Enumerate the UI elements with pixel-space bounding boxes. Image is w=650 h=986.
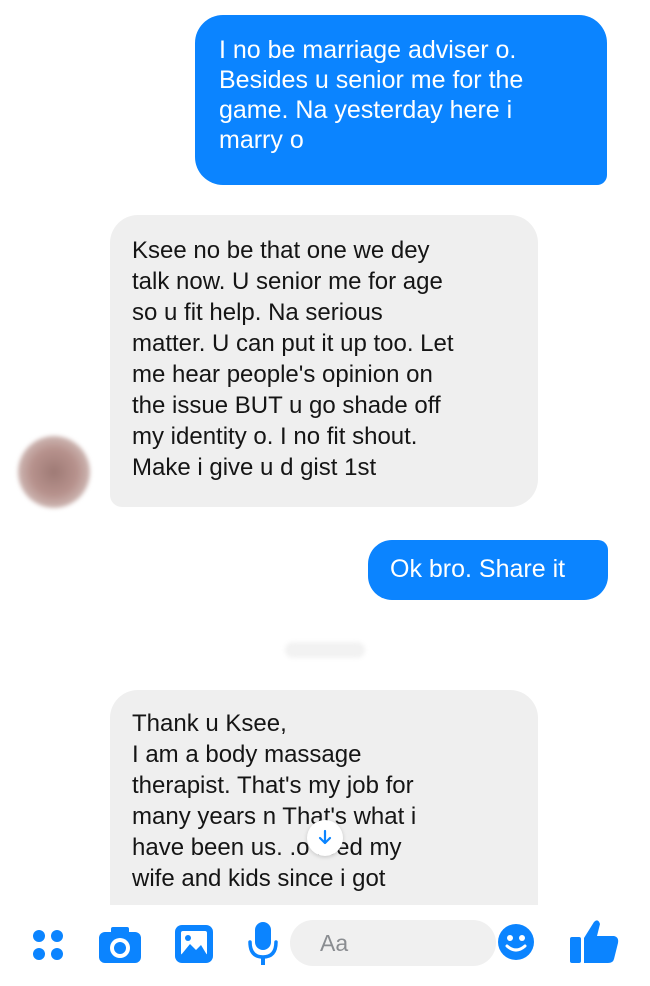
- message-input-placeholder: Aa: [320, 930, 349, 956]
- message-input[interactable]: Aa: [290, 920, 496, 966]
- contact-avatar[interactable]: [18, 436, 90, 508]
- emoji-icon: [498, 924, 534, 960]
- received-message[interactable]: Ksee no be that one we dey talk now. U s…: [110, 215, 538, 507]
- sent-message[interactable]: Ok bro. Share it: [368, 540, 608, 600]
- message-thread: I no be marriage adviser o. Besides u se…: [0, 0, 650, 905]
- microphone-icon: [248, 922, 278, 965]
- received-message[interactable]: Thank u Ksee, I am a body massage therap…: [110, 690, 538, 905]
- like-icon: [570, 920, 619, 963]
- camera-icon: [99, 927, 141, 963]
- apps-button[interactable]: [28, 925, 68, 965]
- apps-icon: [33, 930, 63, 960]
- arrow-down-icon: [318, 829, 332, 845]
- like-button[interactable]: [568, 916, 620, 966]
- emoji-button[interactable]: [496, 922, 536, 962]
- scroll-to-bottom-button[interactable]: [307, 820, 343, 856]
- gallery-icon: [175, 925, 213, 963]
- gallery-button[interactable]: [172, 922, 216, 966]
- sent-message[interactable]: I no be marriage adviser o. Besides u se…: [195, 15, 607, 185]
- camera-button[interactable]: [96, 923, 144, 967]
- microphone-button[interactable]: [246, 920, 280, 968]
- timestamp-divider: [285, 642, 365, 658]
